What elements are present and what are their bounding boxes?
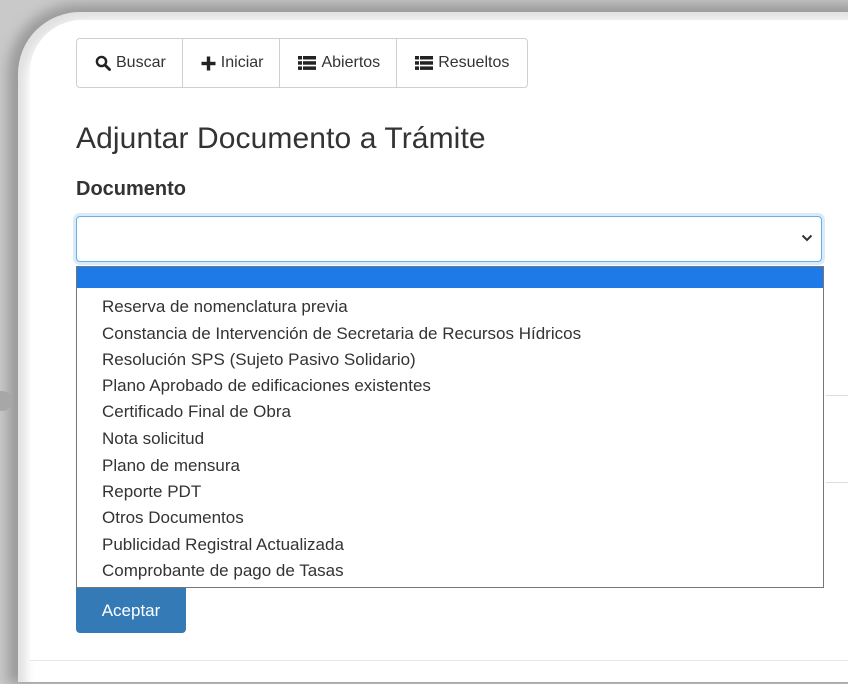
- option-item[interactable]: Reporte PDT: [102, 479, 201, 505]
- option-item[interactable]: Publicidad Registral Actualizada: [102, 532, 344, 558]
- chevron-down-icon: [801, 234, 813, 242]
- option-item[interactable]: Plano Aprobado de edificaciones existent…: [102, 373, 431, 399]
- toolbar: Buscar Iniciar Abiertos Resueltos: [76, 38, 529, 88]
- document-options-list: Reserva de nomenclatura previa Constanci…: [76, 266, 824, 588]
- divider: [826, 395, 848, 396]
- page-title: Adjuntar Documento a Trámite: [76, 122, 486, 155]
- option-item[interactable]: Resolución SPS (Sujeto Pasivo Solidario): [102, 347, 416, 373]
- option-item[interactable]: Comprobante de pago de Tasas: [102, 558, 344, 584]
- divider: [30, 660, 848, 661]
- divider: [826, 482, 848, 483]
- option-item[interactable]: Reserva de nomenclatura previa: [102, 294, 348, 320]
- start-button-label: Iniciar: [220, 54, 264, 71]
- search-button-label: Buscar: [116, 54, 166, 71]
- list-icon: [298, 56, 317, 70]
- plus-icon: [201, 56, 216, 70]
- open-button-label: Abiertos: [321, 54, 381, 71]
- open-button[interactable]: Abiertos: [280, 39, 398, 87]
- option-highlight: [77, 267, 823, 288]
- resolved-button-label: Resueltos: [438, 54, 510, 71]
- start-button[interactable]: Iniciar: [182, 39, 281, 87]
- search-button[interactable]: Buscar: [77, 39, 183, 87]
- option-item[interactable]: Constancia de Intervención de Secretaria…: [102, 321, 581, 347]
- option-item[interactable]: Certificado Final de Obra: [102, 399, 291, 425]
- document-label: Documento: [76, 178, 186, 200]
- resolved-button[interactable]: Resueltos: [397, 39, 528, 87]
- option-item[interactable]: Plano de mensura: [102, 453, 240, 479]
- option-item[interactable]: Otros Documentos: [102, 505, 244, 531]
- option-item[interactable]: Nota solicitud: [102, 426, 204, 452]
- list-icon: [415, 56, 434, 70]
- accept-button[interactable]: Aceptar: [76, 588, 186, 633]
- document-select[interactable]: [76, 216, 822, 262]
- search-icon: [95, 55, 111, 71]
